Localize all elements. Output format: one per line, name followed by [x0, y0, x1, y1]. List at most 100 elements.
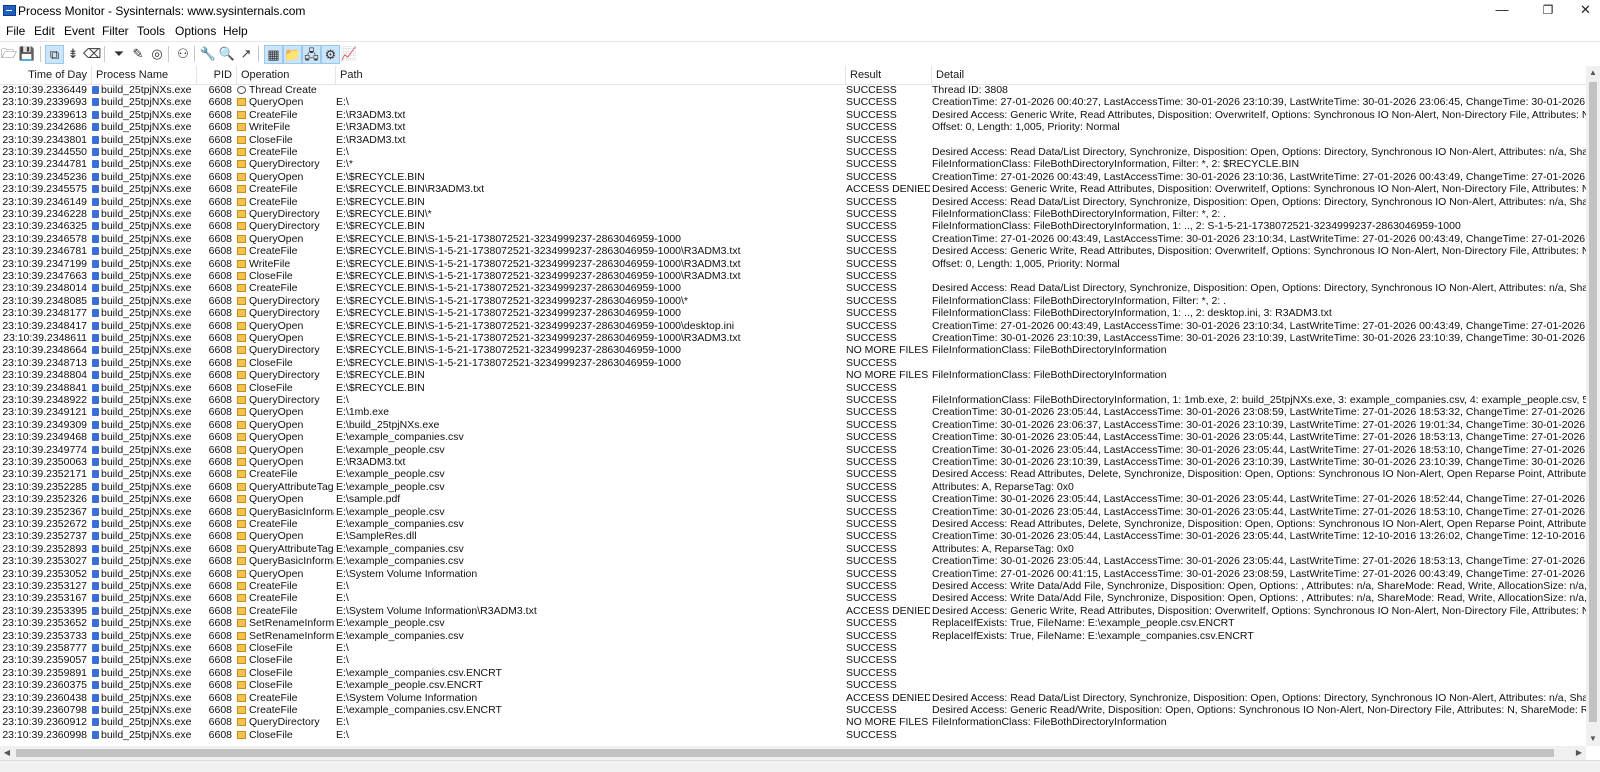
process-activity-icon[interactable]: ⚙: [321, 45, 340, 64]
column-header-pid[interactable]: PID: [197, 66, 237, 84]
process-cell: build_25tpjNXs.exe: [92, 344, 197, 356]
column-header-time[interactable]: Time of Day: [0, 66, 92, 84]
event-row[interactable]: 23:10:39.2358777 build_25tpjNXs.exe 6608 Cl…: [0, 642, 1586, 654]
event-row[interactable]: 23:10:39.2359057 build_25tpjNXs.exe 6608 Cl…: [0, 654, 1586, 666]
event-row[interactable]: 23:10:39.2353733 build_25tpjNXs.exe 6608 Se…: [0, 630, 1586, 642]
event-row[interactable]: 23:10:39.2352893 build_25tpjNXs.exe 6608 Qu…: [0, 543, 1586, 555]
event-row[interactable]: 23:10:39.2352672 build_25tpjNXs.exe 6608 Cr…: [0, 518, 1586, 530]
event-row[interactable]: 23:10:39.2339693 build_25tpjNXs.exe 6608 Qu…: [0, 96, 1586, 108]
path-cell: E:\example_people.csv: [336, 480, 445, 493]
event-row[interactable]: 23:10:39.2353167 build_25tpjNXs.exe 6608 Cr…: [0, 592, 1586, 604]
jump-to-icon[interactable]: ↗: [237, 45, 255, 63]
event-row[interactable]: 23:10:39.2352171 build_25tpjNXs.exe 6608 Cr…: [0, 468, 1586, 480]
column-header-path[interactable]: Path: [336, 66, 846, 84]
event-row[interactable]: 23:10:39.2352326 build_25tpjNXs.exe 6608 Qu…: [0, 493, 1586, 505]
column-header-process[interactable]: Process Name: [92, 66, 197, 84]
event-row[interactable]: 23:10:39.2353027 build_25tpjNXs.exe 6608 Qu…: [0, 555, 1586, 567]
find-icon[interactable]: 🔍: [218, 45, 236, 63]
highlight-icon[interactable]: ✎: [129, 45, 147, 63]
menu-options[interactable]: Options: [175, 24, 216, 38]
scroll-down-icon[interactable]: ▼: [1586, 732, 1600, 746]
event-row[interactable]: 23:10:39.2348922 build_25tpjNXs.exe 6608 Qu…: [0, 394, 1586, 406]
event-row[interactable]: 23:10:39.2348177 build_25tpjNXs.exe 6608 Qu…: [0, 307, 1586, 319]
event-row[interactable]: 23:10:39.2353127 build_25tpjNXs.exe 6608 Cr…: [0, 580, 1586, 592]
event-row[interactable]: 23:10:39.2348804 build_25tpjNXs.exe 6608 Qu…: [0, 369, 1586, 381]
event-row[interactable]: 23:10:39.2344550 build_25tpjNXs.exe 6608 Cr…: [0, 146, 1586, 158]
menu-help[interactable]: Help: [223, 24, 248, 38]
column-header-detail[interactable]: Detail: [932, 66, 1586, 84]
menu-event[interactable]: Event: [64, 24, 95, 38]
time-cell: 23:10:39.2348922: [2, 394, 87, 406]
event-row[interactable]: 23:10:39.2360438 build_25tpjNXs.exe 6608 Cr…: [0, 692, 1586, 704]
event-row[interactable]: 23:10:39.2352285 build_25tpjNXs.exe 6608 Qu…: [0, 481, 1586, 493]
event-row[interactable]: 23:10:39.2339613 build_25tpjNXs.exe 6608 Cr…: [0, 109, 1586, 121]
scroll-right-icon[interactable]: ▶: [1572, 746, 1586, 760]
event-row[interactable]: 23:10:39.2348085 build_25tpjNXs.exe 6608 Qu…: [0, 295, 1586, 307]
menu-file[interactable]: File: [6, 24, 25, 38]
horizontal-scroll-thumb[interactable]: [16, 749, 1554, 757]
event-row[interactable]: 23:10:39.2360912 build_25tpjNXs.exe 6608 Qu…: [0, 716, 1586, 728]
event-row[interactable]: 23:10:39.2347199 build_25tpjNXs.exe 6608 Wr…: [0, 258, 1586, 270]
event-row[interactable]: 23:10:39.2359891 build_25tpjNXs.exe 6608 Cl…: [0, 667, 1586, 679]
event-row[interactable]: 23:10:39.2349121 build_25tpjNXs.exe 6608 Qu…: [0, 406, 1586, 418]
event-row[interactable]: 23:10:39.2346228 build_25tpjNXs.exe 6608 Qu…: [0, 208, 1586, 220]
event-row[interactable]: 23:10:39.2349774 build_25tpjNXs.exe 6608 Qu…: [0, 444, 1586, 456]
filter-icon[interactable]: ⏷: [110, 45, 128, 63]
save-icon[interactable]: 💾: [18, 45, 36, 63]
event-row[interactable]: 23:10:39.2350063 build_25tpjNXs.exe 6608 Qu…: [0, 456, 1586, 468]
event-row[interactable]: 23:10:39.2360375 build_25tpjNXs.exe 6608 Cl…: [0, 679, 1586, 691]
event-row[interactable]: 23:10:39.2348611 build_25tpjNXs.exe 6608 Qu…: [0, 332, 1586, 344]
event-row[interactable]: 23:10:39.2346781 build_25tpjNXs.exe 6608 Cr…: [0, 245, 1586, 257]
autoscroll-icon[interactable]: ⇟: [64, 45, 82, 63]
vertical-scroll-thumb[interactable]: [1589, 82, 1597, 722]
scroll-up-icon[interactable]: ▲: [1586, 66, 1600, 80]
event-row[interactable]: 23:10:39.2346325 build_25tpjNXs.exe 6608 Qu…: [0, 220, 1586, 232]
restore-button[interactable]: ❐: [1525, 0, 1571, 22]
event-row[interactable]: 23:10:39.2349468 build_25tpjNXs.exe 6608 Qu…: [0, 431, 1586, 443]
open-icon[interactable]: 🗁: [0, 45, 18, 63]
event-row[interactable]: 23:10:39.2349309 build_25tpjNXs.exe 6608 Qu…: [0, 419, 1586, 431]
vertical-scrollbar[interactable]: ▲ ▼: [1586, 66, 1600, 746]
capture-icon[interactable]: ⧉: [45, 45, 64, 64]
event-row[interactable]: 23:10:39.2360998 build_25tpjNXs.exe 6608 Cl…: [0, 729, 1586, 741]
event-row[interactable]: 23:10:39.2348417 build_25tpjNXs.exe 6608 Qu…: [0, 320, 1586, 332]
close-button[interactable]: ✕: [1571, 0, 1600, 22]
minimize-button[interactable]: —: [1479, 0, 1525, 22]
event-row[interactable]: 23:10:39.2346149 build_25tpjNXs.exe 6608 Cr…: [0, 196, 1586, 208]
event-row[interactable]: 23:10:39.2336449 build_25tpjNXs.exe 6608 Th…: [0, 84, 1586, 96]
event-row[interactable]: 23:10:39.2352737 build_25tpjNXs.exe 6608 Qu…: [0, 530, 1586, 542]
event-row[interactable]: 23:10:39.2342686 build_25tpjNXs.exe 6608 Wr…: [0, 121, 1586, 133]
event-row[interactable]: 23:10:39.2348841 build_25tpjNXs.exe 6608 Cl…: [0, 382, 1586, 394]
clear-icon[interactable]: ⌫: [83, 45, 101, 63]
event-row[interactable]: 23:10:39.2346578 build_25tpjNXs.exe 6608 Qu…: [0, 233, 1586, 245]
include-process-icon[interactable]: ◎: [148, 45, 166, 63]
event-row[interactable]: 23:10:39.2348664 build_25tpjNXs.exe 6608 Qu…: [0, 344, 1586, 356]
event-row[interactable]: 23:10:39.2345236 build_25tpjNXs.exe 6608 Qu…: [0, 171, 1586, 183]
detail-cell: CreationTime: 27-01-2026 00:41:15, LastA…: [932, 567, 1586, 580]
operation-cell: QueryOpen: [237, 431, 334, 443]
column-header-result[interactable]: Result: [846, 66, 932, 84]
menu-tools[interactable]: Tools: [137, 24, 165, 38]
filesystem-activity-icon[interactable]: 📁: [283, 45, 302, 64]
process-tree-icon[interactable]: ⚇: [174, 45, 192, 63]
event-row[interactable]: 23:10:39.2353395 build_25tpjNXs.exe 6608 Cr…: [0, 605, 1586, 617]
registry-activity-icon[interactable]: ▦: [264, 45, 283, 64]
event-row[interactable]: 23:10:39.2352367 build_25tpjNXs.exe 6608 Qu…: [0, 506, 1586, 518]
event-row[interactable]: 23:10:39.2353052 build_25tpjNXs.exe 6608 Qu…: [0, 568, 1586, 580]
event-row[interactable]: 23:10:39.2360798 build_25tpjNXs.exe 6608 Cr…: [0, 704, 1586, 716]
menu-edit[interactable]: Edit: [34, 24, 55, 38]
column-header-operation[interactable]: Operation: [237, 66, 336, 84]
event-row[interactable]: 23:10:39.2353652 build_25tpjNXs.exe 6608 Se…: [0, 617, 1586, 629]
network-activity-icon[interactable]: 🖧: [302, 45, 321, 64]
horizontal-scrollbar[interactable]: ◀ ▶: [0, 746, 1586, 760]
event-row[interactable]: 23:10:39.2348014 build_25tpjNXs.exe 6608 Cr…: [0, 282, 1586, 294]
event-row[interactable]: 23:10:39.2344781 build_25tpjNXs.exe 6608 Qu…: [0, 158, 1586, 170]
properties-icon[interactable]: 🔧: [199, 45, 217, 63]
event-row[interactable]: 23:10:39.2345575 build_25tpjNXs.exe 6608 Cr…: [0, 183, 1586, 195]
event-row[interactable]: 23:10:39.2343801 build_25tpjNXs.exe 6608 Cl…: [0, 134, 1586, 146]
event-row[interactable]: 23:10:39.2348713 build_25tpjNXs.exe 6608 Cl…: [0, 357, 1586, 369]
profiling-activity-icon[interactable]: 📈: [340, 45, 358, 63]
event-row[interactable]: 23:10:39.2347663 build_25tpjNXs.exe 6608 Cl…: [0, 270, 1586, 282]
scroll-left-icon[interactable]: ◀: [0, 746, 14, 760]
menu-filter[interactable]: Filter: [102, 24, 129, 38]
